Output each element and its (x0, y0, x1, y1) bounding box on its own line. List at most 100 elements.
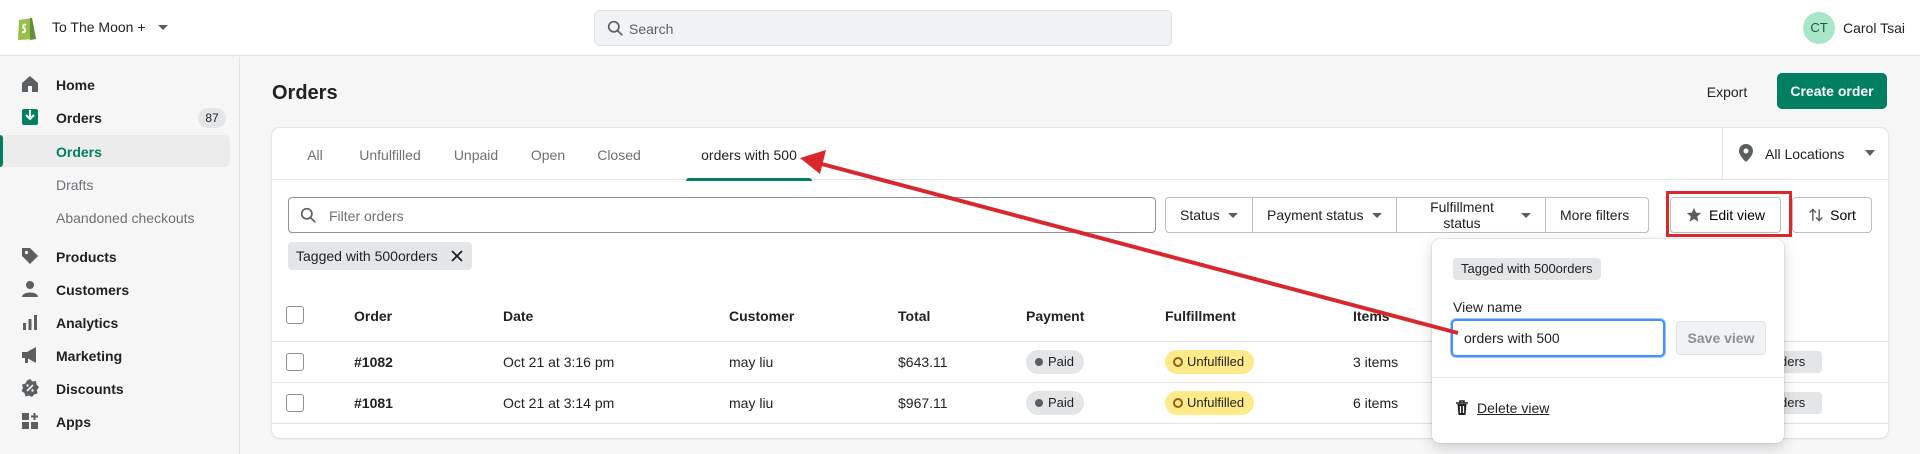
sidebar-item-label: Discounts (56, 381, 124, 397)
more-filters-button[interactable]: More filters (1545, 197, 1649, 233)
fulfillment-status-badge: Unfulfilled (1165, 350, 1255, 374)
tab-unfulfilled[interactable]: Unfulfilled (356, 128, 424, 180)
payment-status-filter-button[interactable]: Payment status (1252, 197, 1397, 233)
tab-all[interactable]: All (300, 128, 330, 180)
sidebar-item-products[interactable]: Products (0, 241, 239, 271)
order-date: Oct 21 at 3:14 pm (503, 395, 615, 411)
caret-down-icon (1521, 212, 1531, 218)
page-title: Orders (272, 82, 338, 104)
fulfillment-status-filter-button[interactable]: Fulfillment status (1396, 197, 1546, 233)
edit-view-popover: Tagged with 500orders View name Save vie… (1432, 239, 1784, 443)
sidebar-item-label: Customers (56, 282, 130, 298)
orders-icon (22, 109, 38, 125)
search-placeholder: Search (629, 21, 674, 37)
sidebar-item-label: Analytics (56, 315, 119, 331)
sidebar-item-marketing[interactable]: Marketing (0, 340, 239, 370)
location-pin-icon (1739, 144, 1753, 162)
applied-filter-label: Tagged with 500orders (296, 248, 438, 264)
sidebar: Home Orders 87 Orders Drafts Abandoned c… (0, 57, 240, 454)
create-order-button[interactable]: Create order (1777, 73, 1887, 109)
sidebar-subitem-orders[interactable]: Orders (0, 135, 230, 167)
tab-unpaid[interactable]: Unpaid (450, 128, 502, 180)
person-icon (22, 281, 38, 297)
store-name[interactable]: To The Moon + (52, 19, 146, 35)
sidebar-item-label: Drafts (56, 177, 94, 193)
annotation-highlight-box (1666, 191, 1792, 237)
filter-placeholder: Filter orders (329, 208, 404, 224)
shopify-logo-icon[interactable] (16, 15, 38, 41)
user-name[interactable]: Carol Tsai (1843, 20, 1905, 36)
column-header-order[interactable]: Order (354, 308, 392, 324)
home-icon (22, 76, 38, 92)
payment-status-badge: Paid (1026, 350, 1085, 374)
popover-filter-chip: Tagged with 500orders (1453, 258, 1601, 280)
sidebar-subitem-drafts[interactable]: Drafts (0, 168, 239, 200)
sidebar-item-orders[interactable]: Orders 87 (0, 102, 239, 132)
sort-icon (1809, 208, 1824, 222)
avatar[interactable]: CT (1803, 12, 1835, 44)
applied-filter-chip: Tagged with 500orders (288, 242, 472, 270)
fulfillment-status-badge: Unfulfilled (1165, 391, 1255, 415)
sidebar-item-apps[interactable]: Apps (0, 406, 239, 436)
orders-count-badge: 87 (198, 108, 226, 128)
payment-status-badge: Paid (1026, 391, 1085, 415)
sidebar-item-discounts[interactable]: Discounts (0, 373, 239, 403)
view-tabs: All Unfulfilled Unpaid Open Closed order… (272, 128, 1888, 181)
order-number[interactable]: #1081 (354, 395, 393, 411)
save-view-button[interactable]: Save view (1676, 321, 1766, 355)
trash-icon (1456, 400, 1468, 415)
column-header-date[interactable]: Date (503, 308, 533, 324)
locations-label: All Locations (1765, 146, 1845, 162)
tab-open[interactable]: Open (528, 128, 568, 180)
column-header-customer[interactable]: Customer (729, 308, 794, 324)
top-bar: To The Moon + Search CT Carol Tsai (0, 0, 1920, 56)
chevron-down-icon (1865, 150, 1875, 156)
more-filters-label: More filters (1560, 207, 1630, 223)
sidebar-item-analytics[interactable]: Analytics (0, 307, 239, 337)
sort-label: Sort (1830, 207, 1856, 223)
bar-chart-icon (23, 315, 37, 330)
order-total: $967.11 (898, 395, 948, 411)
locations-selector[interactable]: All Locations (1722, 128, 1888, 180)
search-icon (300, 207, 316, 223)
tab-orders-with-500[interactable]: orders with 500 (686, 128, 812, 181)
discount-icon (21, 379, 39, 397)
status-filter-label: Status (1180, 207, 1220, 223)
sidebar-item-label: Orders (56, 110, 102, 126)
sidebar-item-label: Apps (56, 414, 91, 430)
order-customer: may liu (729, 354, 774, 370)
order-items[interactable]: 3 items (1353, 354, 1398, 370)
megaphone-icon (22, 347, 36, 363)
delete-view-button[interactable]: Delete view (1455, 400, 1549, 416)
sidebar-subitem-abandoned-checkouts[interactable]: Abandoned checkouts (0, 201, 239, 233)
view-name-input[interactable] (1451, 319, 1665, 357)
row-checkbox[interactable] (286, 353, 304, 371)
tag-icon (22, 248, 38, 264)
sidebar-item-customers[interactable]: Customers (0, 274, 239, 304)
view-name-label: View name (1453, 299, 1523, 315)
sidebar-item-label: Marketing (56, 348, 123, 364)
status-filter-button[interactable]: Status (1165, 197, 1253, 233)
close-icon[interactable] (449, 248, 465, 264)
fulfillment-status-label: Fulfillment status (1430, 199, 1494, 231)
chevron-down-icon[interactable] (158, 22, 168, 32)
row-checkbox[interactable] (286, 394, 304, 412)
order-number[interactable]: #1082 (354, 354, 393, 370)
apps-icon (22, 413, 38, 429)
column-header-payment[interactable]: Payment (1026, 308, 1084, 324)
sidebar-item-home[interactable]: Home (0, 69, 239, 99)
search-icon (607, 20, 623, 36)
sort-button[interactable]: Sort (1792, 197, 1872, 233)
column-header-fulfillment[interactable]: Fulfillment (1165, 308, 1236, 324)
filter-orders-input[interactable]: Filter orders (288, 197, 1156, 233)
select-all-checkbox[interactable] (286, 306, 304, 324)
payment-status-label: Payment status (1267, 207, 1364, 223)
column-header-items[interactable]: Items (1353, 308, 1390, 324)
search-input[interactable]: Search (594, 10, 1172, 46)
order-items[interactable]: 6 items (1353, 395, 1398, 411)
sidebar-item-label: Products (56, 249, 117, 265)
column-header-total[interactable]: Total (898, 308, 930, 324)
export-button[interactable]: Export (1700, 74, 1754, 110)
caret-down-icon (1371, 212, 1382, 218)
tab-closed[interactable]: Closed (594, 128, 644, 180)
